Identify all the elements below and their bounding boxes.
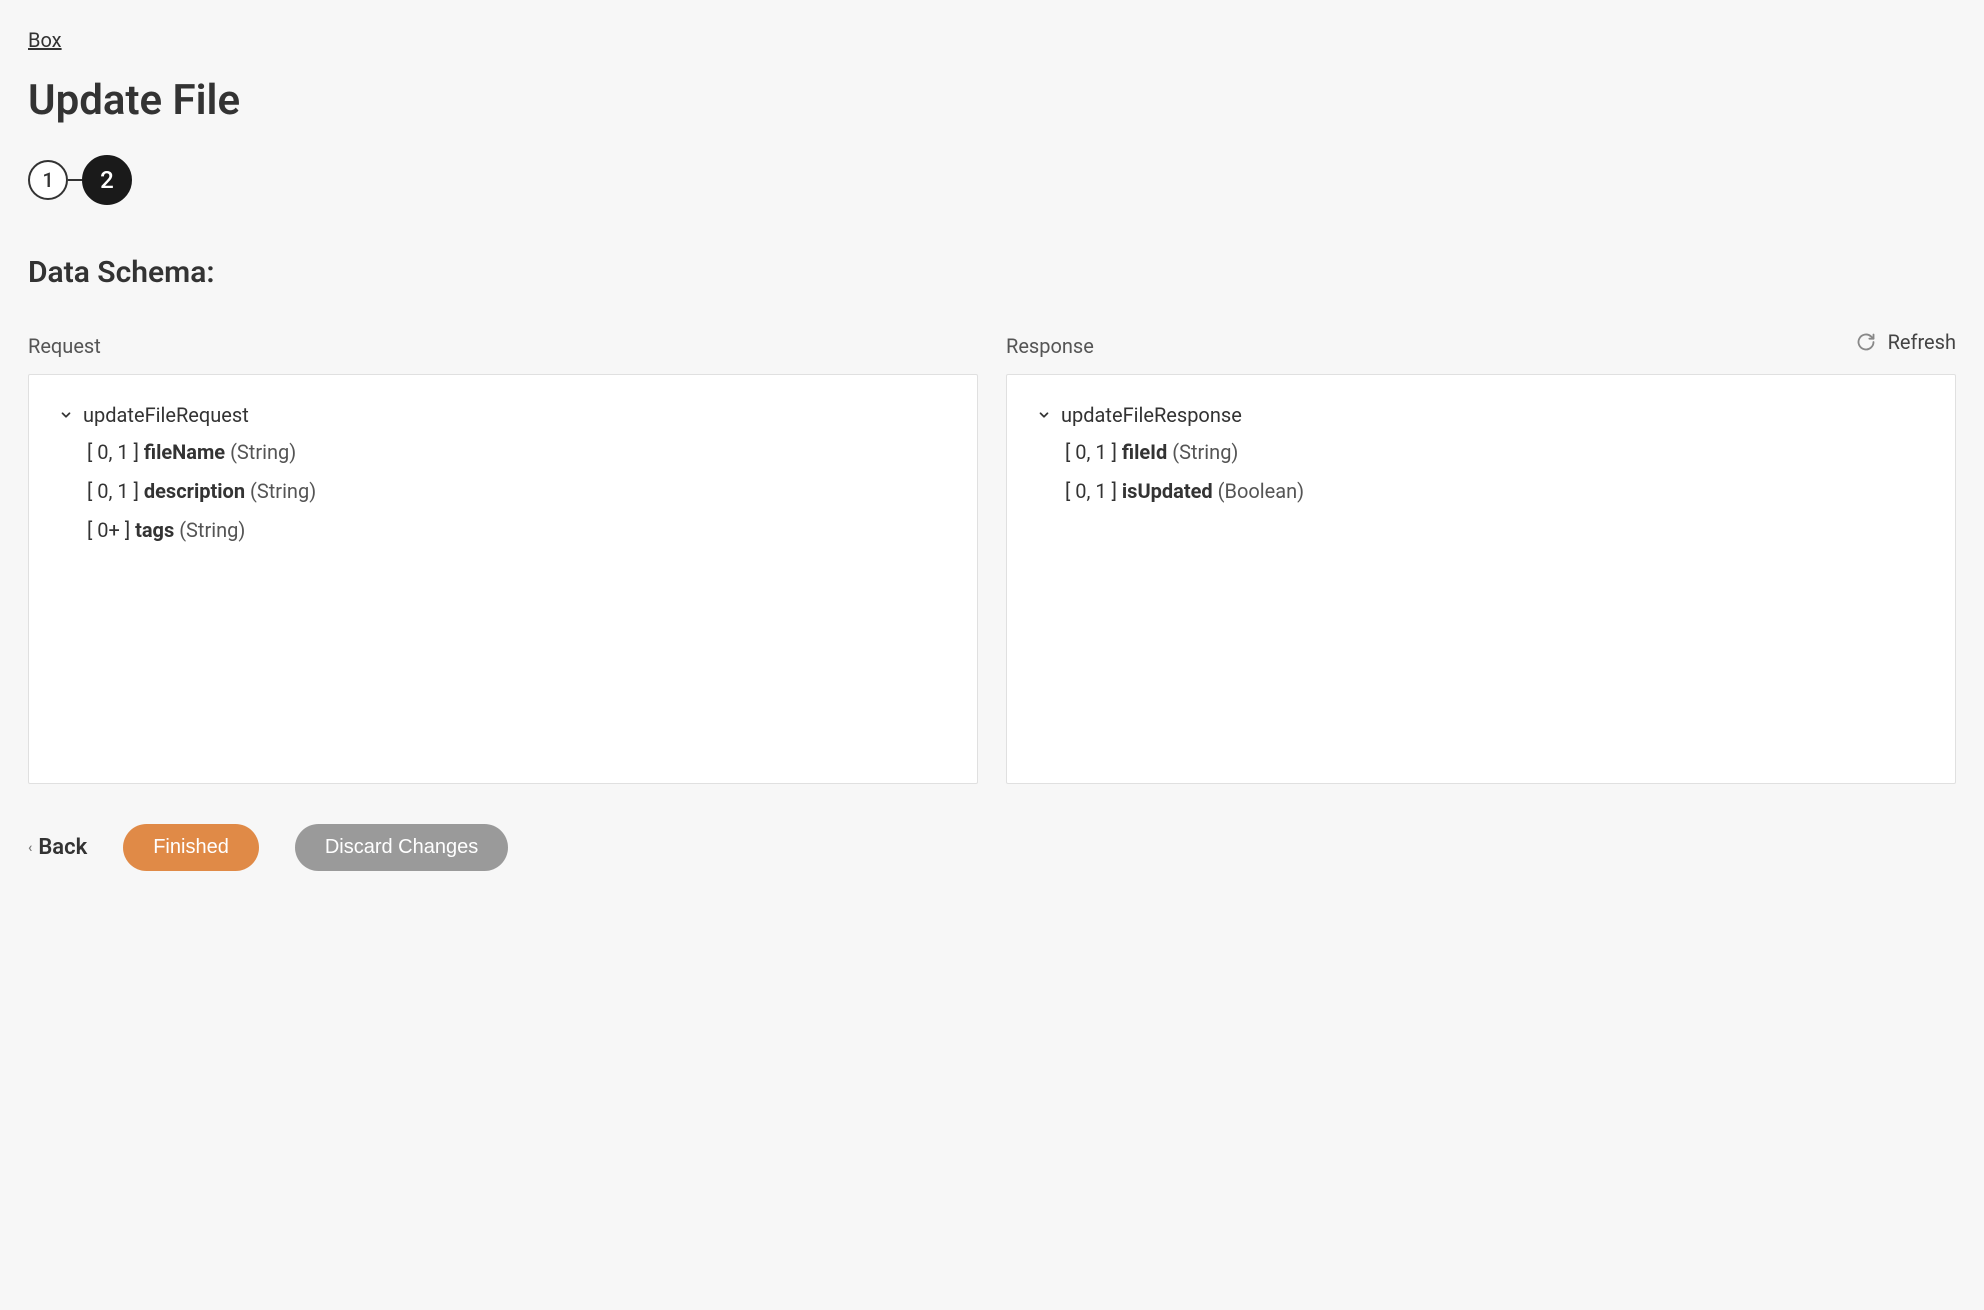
chevron-down-icon [1037,408,1051,422]
field-name: tags [135,518,174,542]
field-name: isUpdated [1122,479,1213,503]
field-type: (String) [225,440,296,464]
step-2[interactable]: 2 [82,155,132,205]
schema-field: [ 0+ ] tags (String) [87,515,947,546]
schema-field: [ 0, 1 ] fileName (String) [87,437,947,468]
discard-changes-button[interactable]: Discard Changes [295,824,508,871]
response-card: updateFileResponse [ 0, 1 ] fileId (Stri… [1006,374,1956,784]
field-type: (String) [245,479,316,503]
request-root-name: updateFileRequest [83,403,249,427]
schema-field: [ 0, 1 ] fileId (String) [1065,437,1925,468]
field-name: description [144,479,245,503]
field-type: (String) [1167,440,1238,464]
field-name: fileName [144,440,225,464]
breadcrumb-link[interactable]: Box [28,28,62,52]
chevron-left-icon: ‹ [28,840,32,856]
schema-field: [ 0, 1 ] description (String) [87,476,947,507]
field-cardinality: [ 0, 1 ] [87,440,144,464]
field-cardinality: [ 0, 1 ] [1065,479,1122,503]
field-type: (String) [174,518,245,542]
footer-actions: ‹ Back Finished Discard Changes [28,824,1956,871]
field-cardinality: [ 0+ ] [87,518,135,542]
back-label: Back [38,835,87,860]
request-card: updateFileRequest [ 0, 1 ] fileName (Str… [28,374,978,784]
chevron-down-icon [59,408,73,422]
request-label: Request [28,334,978,358]
request-root-toggle[interactable]: updateFileRequest [59,403,947,427]
back-button[interactable]: ‹ Back [28,835,87,860]
schema-field: [ 0, 1 ] isUpdated (Boolean) [1065,476,1925,507]
response-root-toggle[interactable]: updateFileResponse [1037,403,1925,427]
field-cardinality: [ 0, 1 ] [87,479,144,503]
stepper: 1 2 [28,155,1956,205]
finished-button[interactable]: Finished [123,824,259,871]
step-1[interactable]: 1 [28,160,68,200]
field-type: (Boolean) [1213,479,1304,503]
response-root-name: updateFileResponse [1061,403,1242,427]
response-column: Response updateFileResponse [ 0, 1 ] fil… [1006,334,1956,784]
response-label: Response [1006,334,1956,358]
section-title: Data Schema: [28,255,1956,290]
field-cardinality: [ 0, 1 ] [1065,440,1122,464]
page-title: Update File [28,76,1956,125]
step-connector [68,179,82,181]
request-fields: [ 0, 1 ] fileName (String)[ 0, 1 ] descr… [59,437,947,546]
response-fields: [ 0, 1 ] fileId (String)[ 0, 1 ] isUpdat… [1037,437,1925,507]
field-name: fileId [1122,440,1167,464]
request-column: Request updateFileRequest [ 0, 1 ] fileN… [28,334,978,784]
